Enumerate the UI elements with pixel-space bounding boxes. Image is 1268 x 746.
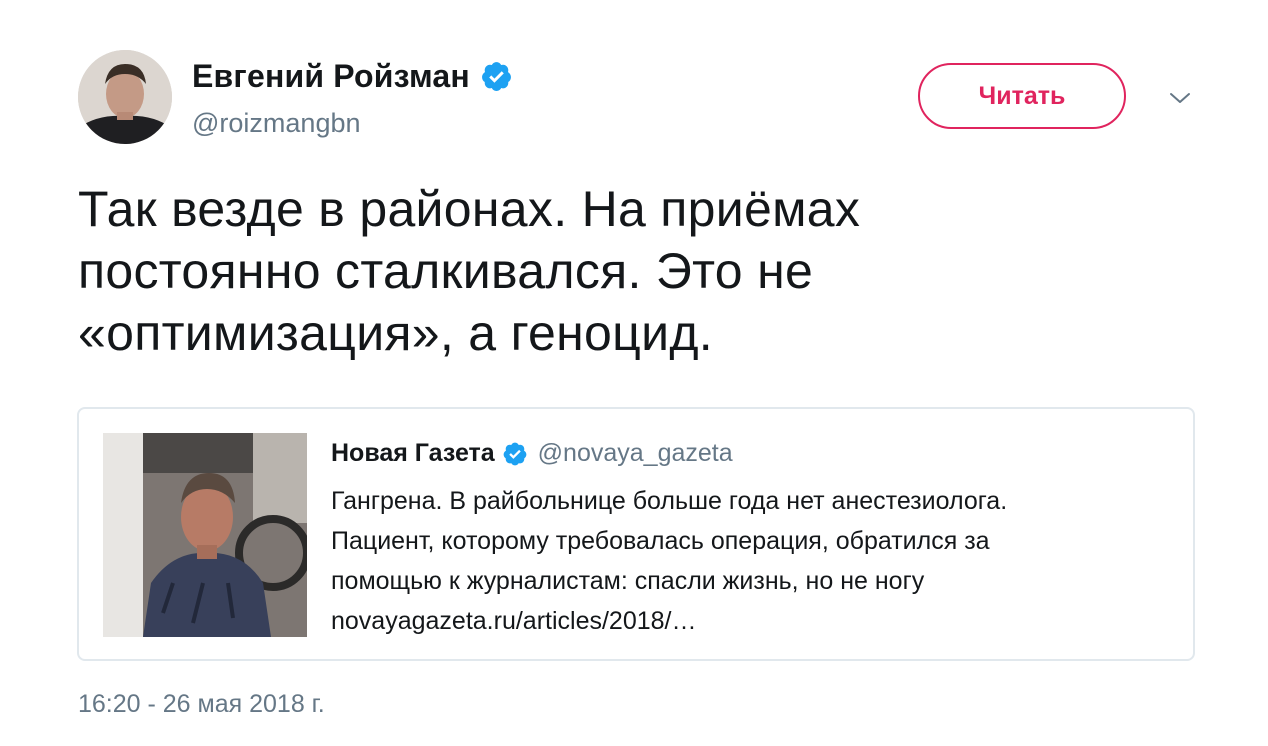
quoted-text-line: помощью к журналистам: спасли жизнь, но … bbox=[331, 567, 925, 595]
avatar-photo bbox=[78, 50, 172, 144]
tweet-text-line: Так везде в районах. На приёмах bbox=[78, 181, 861, 237]
tweet-timestamp[interactable]: 16:20 - 26 мая 2018 г. bbox=[78, 690, 325, 719]
verified-badge-icon bbox=[503, 442, 527, 465]
quoted-tweet-image bbox=[103, 433, 307, 637]
quoted-tweet-card[interactable]: Новая Газета @novaya_gazeta Гангрена. В … bbox=[77, 407, 1195, 661]
quoted-text-line: Гангрена. В райбольнице больше года нет … bbox=[331, 487, 1008, 515]
quoted-author-handle: @novaya_gazeta bbox=[537, 439, 733, 467]
author-name[interactable]: Евгений Ройзман bbox=[192, 58, 470, 95]
author-name-row[interactable]: Евгений Ройзман bbox=[192, 58, 513, 95]
author-handle[interactable]: @roizmangbn bbox=[192, 108, 361, 139]
follow-button[interactable]: Читать bbox=[918, 63, 1126, 129]
quoted-author-name: Новая Газета bbox=[331, 439, 495, 467]
quoted-text-line: Пациент, которому требовалась операция, … bbox=[331, 527, 990, 555]
quoted-tweet-header: Новая Газета @novaya_gazeta bbox=[331, 439, 733, 468]
quoted-link[interactable]: novayagazeta.ru/articles/2018/… bbox=[331, 601, 1151, 641]
tweet-text-line: постоянно сталкивался. Это не bbox=[78, 243, 814, 299]
quoted-photo bbox=[103, 433, 307, 637]
quoted-tweet-text: Гангрена. В райбольнице больше года нет … bbox=[331, 481, 1151, 641]
tweet-text-line: «оптимизация», а геноцид. bbox=[78, 305, 713, 361]
verified-badge-icon bbox=[482, 62, 511, 91]
author-avatar[interactable] bbox=[78, 50, 172, 144]
tweet: Евгений Ройзман @roizmangbn Читать Так в… bbox=[0, 0, 1268, 746]
chevron-down-icon[interactable] bbox=[1168, 86, 1192, 110]
tweet-text: Так везде в районах. На приёмах постоянн… bbox=[78, 178, 978, 364]
